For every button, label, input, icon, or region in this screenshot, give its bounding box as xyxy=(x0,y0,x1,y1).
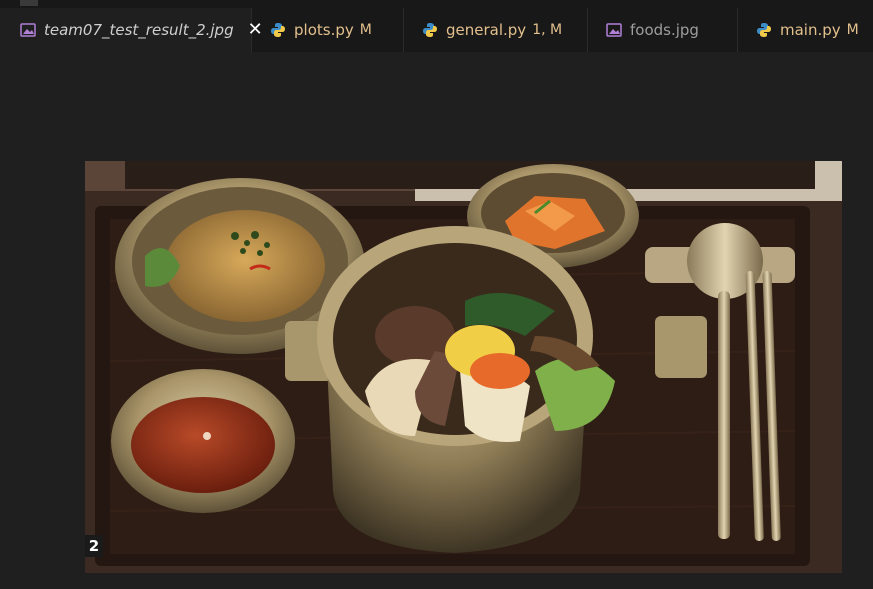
editor-tab-bar: team07_test_result_2.jpg ✕ plots.py M ge… xyxy=(0,0,873,52)
tab-team07-test-result-2[interactable]: team07_test_result_2.jpg ✕ xyxy=(0,8,263,52)
modified-badge: 1, M xyxy=(532,22,563,38)
image-icon xyxy=(606,23,622,37)
tab-label: foods.jpg xyxy=(630,21,699,39)
food-photo xyxy=(85,161,842,573)
tab-plots-py[interactable]: plots.py M xyxy=(252,8,404,52)
image-index-label: 2 xyxy=(85,535,103,557)
tab-label: team07_test_result_2.jpg xyxy=(44,21,234,39)
tab-foods-jpg[interactable]: foods.jpg xyxy=(588,8,738,52)
tab-label: plots.py xyxy=(294,21,354,39)
tab-label: general.py xyxy=(446,21,527,39)
python-icon xyxy=(757,23,771,37)
image-icon xyxy=(20,23,36,37)
python-icon xyxy=(423,23,437,37)
python-icon xyxy=(271,23,285,37)
tab-label: main.py xyxy=(780,21,841,39)
tab-main-py[interactable]: main.py M xyxy=(738,8,873,52)
tab-scroll-indicator[interactable] xyxy=(20,0,38,6)
tab-general-py[interactable]: general.py 1, M xyxy=(404,8,588,52)
modified-badge: M xyxy=(846,22,859,38)
modified-badge: M xyxy=(359,22,372,38)
